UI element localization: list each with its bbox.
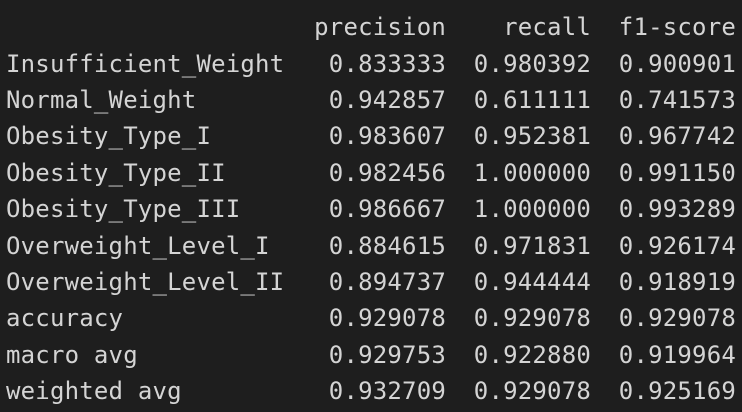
table-row: Obesity_Type_III 0.986667 1.000000 0.993… <box>6 191 742 227</box>
f1-score-value: 0.967742 <box>618 122 736 151</box>
table-row: macro avg 0.929753 0.922880 0.919964 <box>6 337 742 373</box>
f1-score-value: 0.919964 <box>618 340 736 369</box>
precision-value: 0.942857 <box>328 85 446 114</box>
table-row: Overweight_Level_I 0.884615 0.971831 0.9… <box>6 227 742 263</box>
f1-score-value: 0.929078 <box>618 304 736 333</box>
row-label: macro avg <box>6 340 138 369</box>
classification-report-output: precision recall f1-score Insufficient_W… <box>6 9 742 409</box>
recall-value: 0.980392 <box>473 49 591 78</box>
row-label: Overweight_Level_II <box>6 267 285 296</box>
header-f1-score: f1-score <box>618 13 736 42</box>
f1-score-value: 0.925169 <box>618 377 736 406</box>
f1-score-value: 0.900901 <box>618 49 736 78</box>
header-row: precision recall f1-score <box>6 9 742 45</box>
row-label: Obesity_Type_III <box>6 195 241 224</box>
table-row: Obesity_Type_II 0.982456 1.000000 0.9911… <box>6 155 742 191</box>
row-label: Overweight_Level_I <box>6 231 270 260</box>
row-label: Obesity_Type_I <box>6 122 212 151</box>
table-row: Obesity_Type_I 0.983607 0.952381 0.96774… <box>6 118 742 154</box>
f1-score-value: 0.993289 <box>618 195 736 224</box>
recall-value: 0.952381 <box>473 122 591 151</box>
recall-value: 0.971831 <box>473 231 591 260</box>
f1-score-value: 0.741573 <box>618 85 736 114</box>
recall-value: 0.922880 <box>473 340 591 369</box>
table-row: weighted avg 0.932709 0.929078 0.925169 <box>6 373 742 409</box>
precision-value: 0.929078 <box>328 304 446 333</box>
recall-value: 0.929078 <box>473 377 591 406</box>
table-row: accuracy 0.929078 0.929078 0.929078 <box>6 300 742 336</box>
table-row: Overweight_Level_II 0.894737 0.944444 0.… <box>6 264 742 300</box>
header-recall: recall <box>503 13 591 42</box>
row-label: Insufficient_Weight <box>6 49 285 78</box>
row-label: weighted avg <box>6 377 182 406</box>
f1-score-value: 0.918919 <box>618 267 736 296</box>
f1-score-value: 0.991150 <box>618 158 736 187</box>
row-label: accuracy <box>6 304 124 333</box>
precision-value: 0.833333 <box>328 49 446 78</box>
table-row: Normal_Weight 0.942857 0.611111 0.741573 <box>6 82 742 118</box>
precision-value: 0.982456 <box>328 158 446 187</box>
precision-value: 0.884615 <box>328 231 446 260</box>
precision-value: 0.983607 <box>328 122 446 151</box>
row-label: Obesity_Type_II <box>6 158 226 187</box>
recall-value: 1.000000 <box>473 195 591 224</box>
precision-value: 0.986667 <box>328 195 446 224</box>
table-row: Insufficient_Weight 0.833333 0.980392 0.… <box>6 45 742 81</box>
recall-value: 0.611111 <box>473 85 591 114</box>
recall-value: 0.929078 <box>473 304 591 333</box>
recall-value: 0.944444 <box>473 267 591 296</box>
precision-value: 0.929753 <box>328 340 446 369</box>
precision-value: 0.894737 <box>328 267 446 296</box>
f1-score-value: 0.926174 <box>618 231 736 260</box>
row-label: Normal_Weight <box>6 85 197 114</box>
header-precision: precision <box>314 13 446 42</box>
precision-value: 0.932709 <box>328 377 446 406</box>
recall-value: 1.000000 <box>473 158 591 187</box>
